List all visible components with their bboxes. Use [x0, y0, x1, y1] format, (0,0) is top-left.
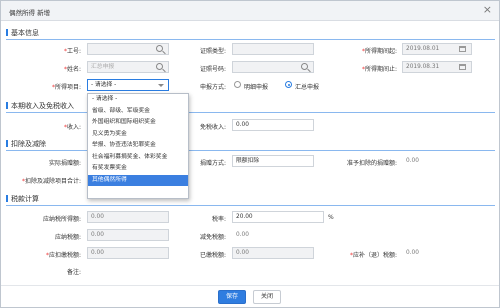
refund-label: *应补（退）税额:	[349, 252, 397, 259]
cert-type-input[interactable]	[232, 43, 314, 55]
dropdown-option[interactable]: 外国组织和国际组织奖金	[88, 117, 188, 129]
exempt-label: 免税收入:	[199, 124, 226, 131]
allowed-donation-value: 0.00	[402, 155, 484, 167]
dropdown-option[interactable]: 见义勇为奖金	[88, 129, 188, 141]
radio-summary[interactable]	[285, 81, 292, 88]
radio-detail-label: 明细申报	[244, 84, 269, 91]
footer-divider	[1, 285, 499, 286]
section-income-label: 本期收入及免税收入	[11, 102, 74, 110]
reduction-value: 0.00	[232, 229, 314, 241]
paid-input: 0.00	[232, 247, 314, 259]
taxable-label: 应纳税所得额:	[42, 216, 81, 223]
dropdown-option[interactable]: 社会福利募捐奖金、体彩奖金	[88, 152, 188, 164]
remark-input[interactable]	[87, 264, 487, 276]
item-dropdown: - 请选择 - 省级、部级、军级奖金 外国组织和国际组织奖金 见义勇为奖金 举报…	[87, 93, 189, 199]
withhold-label: *应扣缴税额:	[45, 252, 81, 259]
radio-detail[interactable]	[234, 81, 241, 88]
divider	[6, 205, 495, 206]
period-start-label: *所得期间起:	[361, 48, 397, 55]
item-select[interactable]: - 请选择 -	[87, 79, 169, 91]
allowed-donation-label: 准予扣除的捐赠额:	[346, 160, 397, 167]
name-label: *姓名:	[63, 66, 81, 73]
rate-unit: %	[328, 214, 334, 221]
employee-id-label: *工号:	[63, 48, 81, 55]
dropdown-option-selected[interactable]: 其他偶然所得	[88, 174, 188, 186]
dropdown-option[interactable]: 省级、部级、军级奖金	[88, 106, 188, 118]
section-marker	[6, 102, 8, 109]
dropdown-option[interactable]: - 请选择 -	[88, 94, 188, 106]
dialog-titlebar: 偶然所得 新增 ×	[1, 1, 499, 21]
dropdown-option[interactable]: 有奖发票奖金	[88, 163, 188, 175]
close-icon[interactable]: ×	[483, 4, 492, 15]
taxable-input: 0.00	[87, 211, 169, 223]
remark-label: 备注:	[66, 269, 81, 276]
close-button[interactable]: 关闭	[253, 290, 281, 304]
section-deduct: 扣除及减除	[6, 139, 46, 149]
withhold-input: 0.00	[87, 247, 169, 259]
divider	[6, 112, 495, 113]
donation-mode-select[interactable]: 限额扣除	[232, 155, 314, 167]
section-tax-label: 税款计算	[11, 195, 39, 203]
payable-label: 应纳税额:	[54, 234, 81, 241]
section-income: 本期收入及免税收入	[6, 101, 74, 111]
reduction-label: 减免税额:	[199, 234, 226, 241]
rate-label: 税率:	[211, 216, 226, 223]
paid-label: 已缴税额:	[199, 252, 226, 259]
rate-input[interactable]: 20.00	[232, 211, 324, 223]
section-marker	[6, 195, 8, 202]
refund-value: 0.00	[402, 247, 484, 259]
cert-type-label: 证照类型:	[199, 48, 226, 55]
search-icon[interactable]	[301, 63, 308, 70]
section-deduct-label: 扣除及减除	[11, 140, 46, 148]
divider	[6, 150, 495, 151]
dialog: 偶然所得 新增 × 基本信息 *工号: *姓名: 汇总申报 *所得项目: - 请…	[0, 0, 500, 308]
search-icon[interactable]	[156, 45, 163, 52]
section-marker	[6, 29, 8, 36]
period-end-label: *所得期间止:	[361, 66, 397, 73]
section-basic-label: 基本信息	[11, 29, 39, 37]
exempt-input[interactable]: 0.00	[232, 119, 314, 131]
payable-input: 0.00	[87, 229, 169, 241]
radio-summary-label: 汇总申报	[295, 84, 320, 91]
item-label: *所得项目:	[51, 84, 81, 91]
chevron-down-icon[interactable]	[158, 84, 164, 87]
save-button[interactable]: 保存	[218, 290, 246, 304]
income-label: *收入:	[63, 124, 81, 131]
deduct-total-label: *扣除及减除项目合计:	[21, 178, 81, 185]
section-basic: 基本信息	[6, 28, 39, 38]
filing-mode-label: 申报方式:	[199, 84, 226, 91]
calendar-icon[interactable]	[459, 64, 466, 70]
dialog-title: 偶然所得 新增	[9, 9, 51, 17]
divider	[6, 39, 495, 40]
section-marker	[6, 140, 8, 147]
cert-no-label: 证照号码:	[199, 66, 226, 73]
actual-donation-label: 实际捐赠额:	[48, 160, 81, 167]
calendar-icon[interactable]	[459, 46, 466, 52]
donation-mode-label: 捐赠方式:	[199, 160, 226, 167]
dropdown-option[interactable]: 举报、协查违法犯罪奖金	[88, 140, 188, 152]
section-tax: 税款计算	[6, 194, 39, 204]
search-icon[interactable]	[156, 63, 163, 70]
